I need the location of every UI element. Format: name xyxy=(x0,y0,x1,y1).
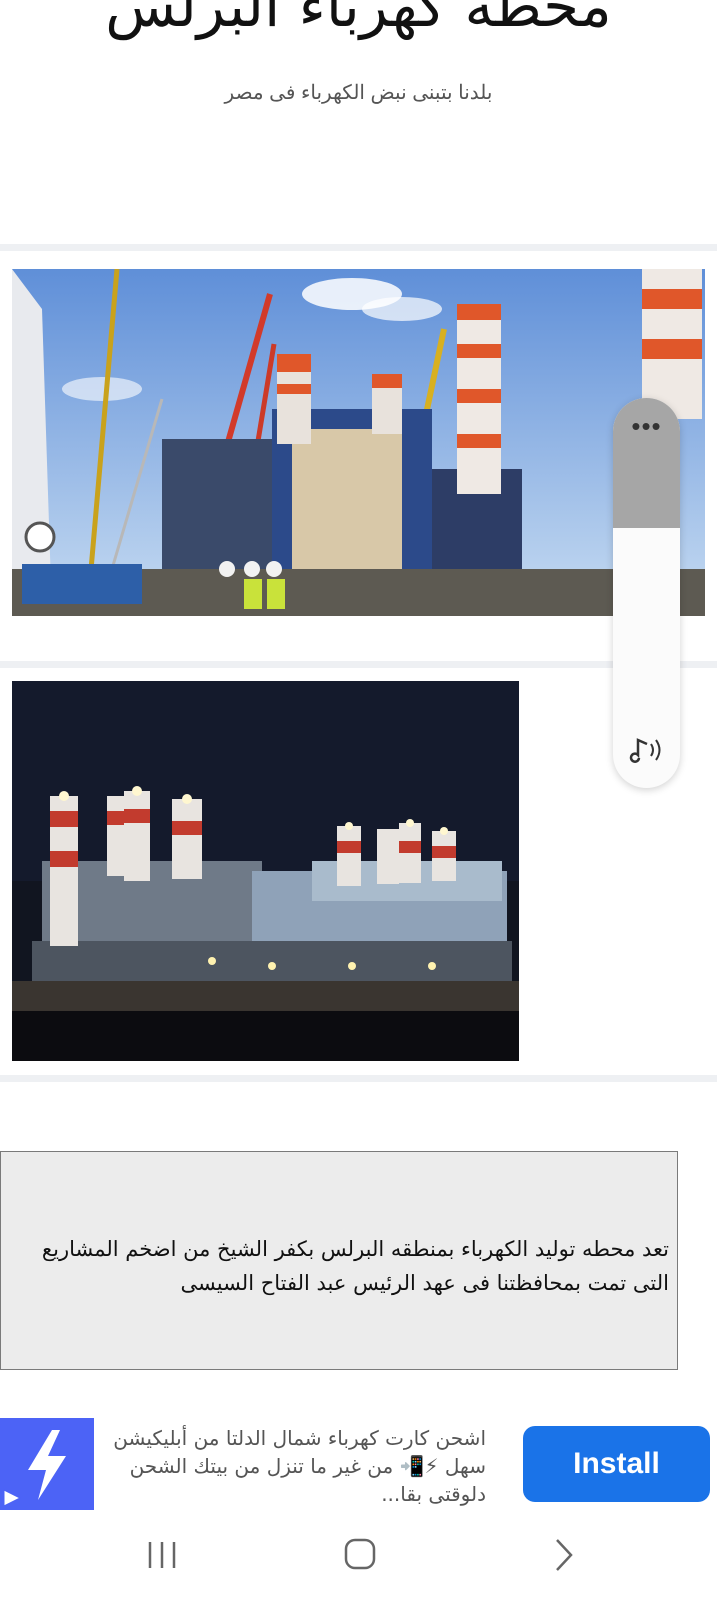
system-navigation-bar xyxy=(0,1514,717,1600)
page-subtitle: بلدنا بتبنى نبض الكهرباء فى مصر xyxy=(224,82,493,104)
section-divider xyxy=(0,661,717,668)
audio-speaker-icon[interactable] xyxy=(625,728,669,772)
more-dots-icon[interactable]: ••• xyxy=(613,413,680,439)
article-text: تعد محطه توليد الكهرباء بمنطقه البرلس بك… xyxy=(41,1237,669,1295)
ad-banner[interactable]: اشحن كارت كهرباء شمال الدلتا من أبليكيشن… xyxy=(0,1418,717,1514)
section-divider xyxy=(0,244,717,251)
page-title: محطه كهرباء البرلس xyxy=(105,0,612,40)
lightning-bolt-icon[interactable] xyxy=(0,1418,94,1510)
ad-text[interactable]: اشحن كارت كهرباء شمال الدلتا من أبليكيشن… xyxy=(100,1424,486,1508)
install-button[interactable]: Install xyxy=(523,1426,710,1502)
section-divider xyxy=(0,1075,717,1082)
article-text-box: تعد محطه توليد الكهرباء بمنطقه البرلس بك… xyxy=(0,1151,678,1370)
audio-player-panel[interactable]: ••• xyxy=(613,398,680,788)
back-chevron-icon[interactable] xyxy=(535,1530,595,1580)
home-icon[interactable] xyxy=(330,1530,390,1580)
construction-photo[interactable] xyxy=(12,269,705,616)
recent-apps-icon[interactable] xyxy=(132,1530,192,1580)
night-plant-photo[interactable] xyxy=(12,681,519,1061)
